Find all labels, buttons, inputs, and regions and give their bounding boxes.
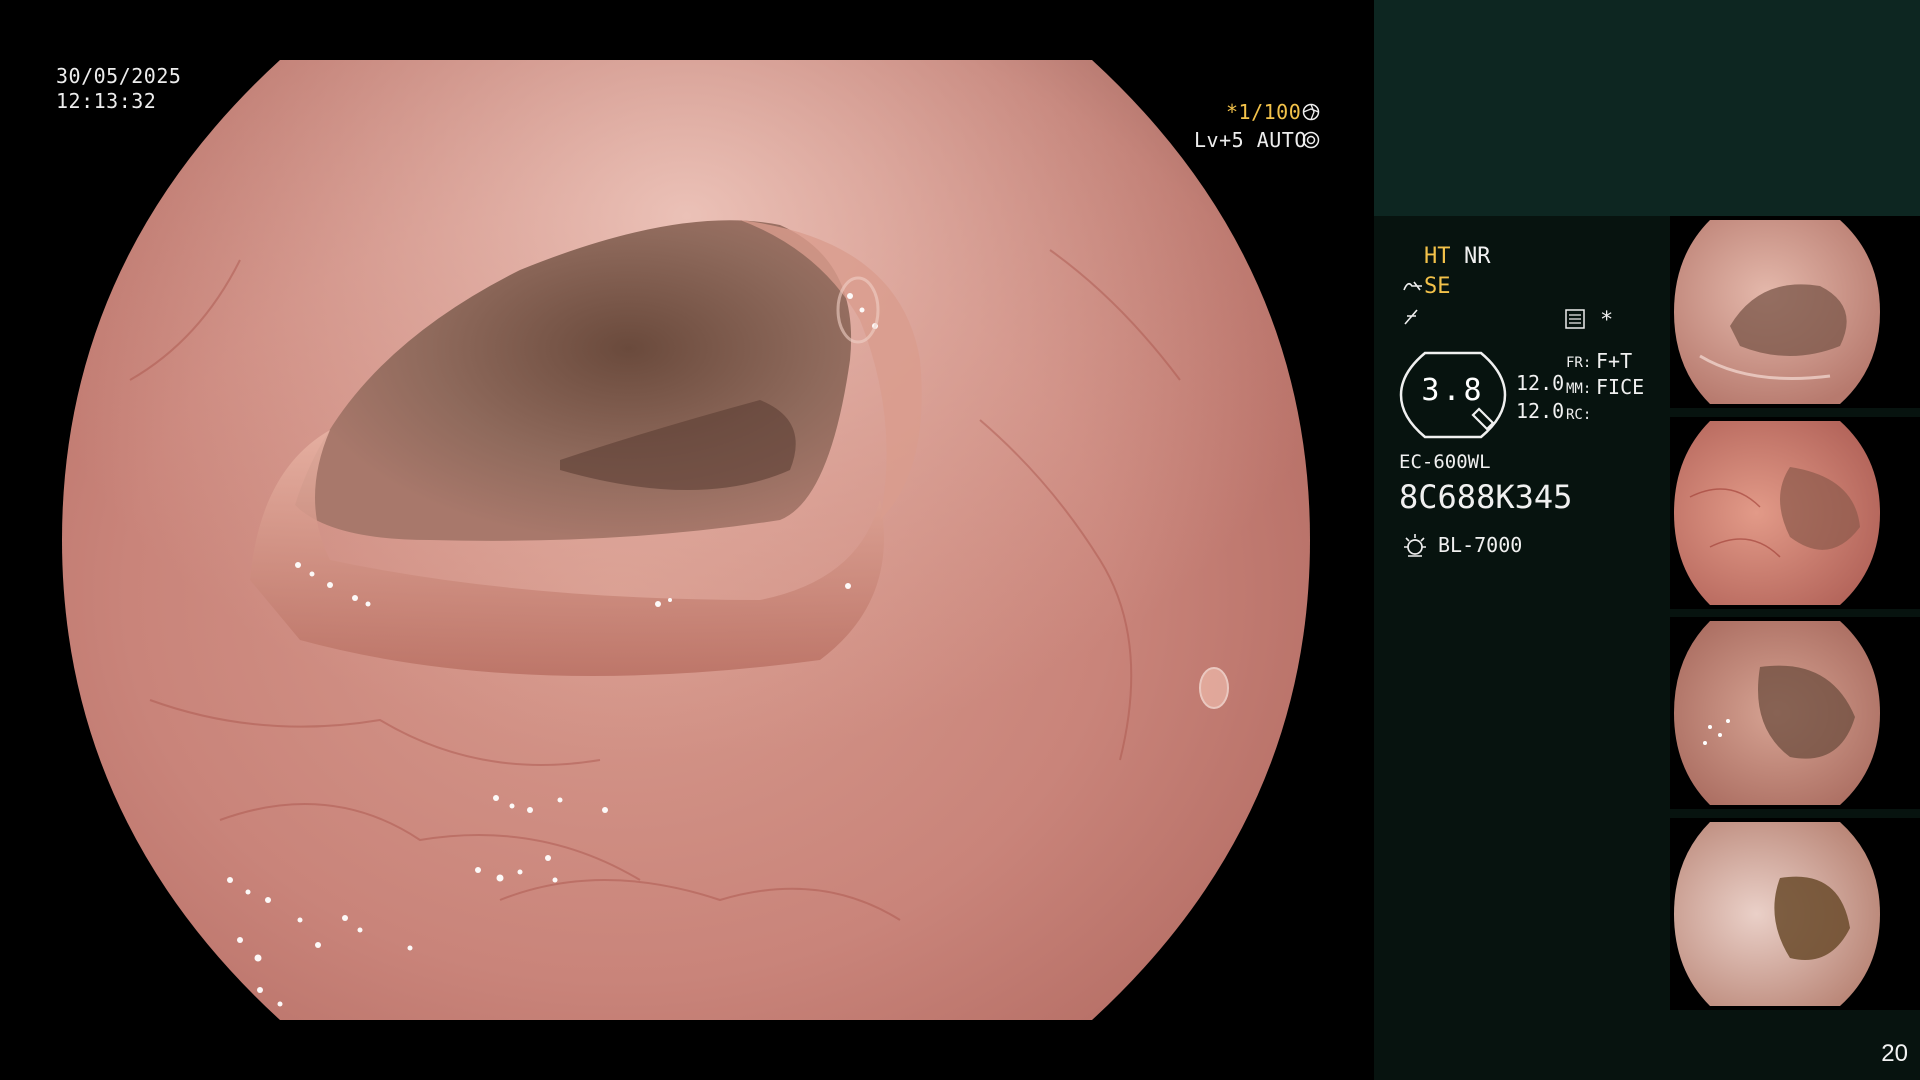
scope-serial: 8C688K345 bbox=[1399, 478, 1573, 516]
thumbnail-3[interactable] bbox=[1670, 617, 1920, 809]
record-list-icon bbox=[1565, 309, 1585, 329]
panel-header-area bbox=[1374, 0, 1920, 216]
iris-icon bbox=[1302, 131, 1320, 149]
zoom-badge: 3.8 bbox=[1399, 351, 1507, 439]
mm-key: MM: bbox=[1566, 381, 1592, 397]
time-readout: 12:13:32 bbox=[56, 89, 157, 113]
thumbnail-2[interactable] bbox=[1670, 417, 1920, 609]
structure-enhance-icon bbox=[1403, 281, 1422, 291]
thumbnail-image bbox=[1674, 220, 1880, 404]
scope-model: EC-600WL bbox=[1399, 451, 1491, 473]
fr-value: F+T bbox=[1596, 349, 1633, 373]
value-bottom: 12.0 bbox=[1516, 399, 1565, 423]
endoscopic-image bbox=[62, 60, 1310, 1020]
nr-label: NR bbox=[1464, 244, 1491, 269]
value-top: 12.0 bbox=[1516, 371, 1565, 395]
light-source-label: BL-7000 bbox=[1438, 533, 1523, 557]
thumbnail-image bbox=[1674, 822, 1880, 1006]
asterisk-marker: * bbox=[1600, 308, 1614, 333]
thumbnail-image bbox=[1674, 621, 1880, 805]
thumbnail-1[interactable] bbox=[1670, 216, 1920, 408]
color-enhance-icon bbox=[1404, 309, 1418, 325]
brightness-readout: Lv+5 AUTO bbox=[1194, 128, 1307, 152]
se-label: SE bbox=[1424, 274, 1451, 299]
zoom-value: 3.8 bbox=[1421, 373, 1485, 408]
page-number: 20 bbox=[1881, 1040, 1908, 1067]
shutter-readout: *1/100 bbox=[1226, 100, 1302, 124]
light-source-icon bbox=[1404, 534, 1426, 557]
fr-key: FR: bbox=[1566, 355, 1592, 371]
rc-key: RC: bbox=[1566, 407, 1592, 423]
ht-label: HT bbox=[1424, 244, 1451, 269]
shutter-icon bbox=[1302, 103, 1320, 121]
thumbnail-4[interactable] bbox=[1670, 818, 1920, 1010]
thumbnail-image bbox=[1674, 421, 1880, 605]
mm-value: FICE bbox=[1596, 375, 1645, 399]
main-endoscope-view: 30/05/2025 12:13:32 *1/100 Lv+5 AUTO bbox=[0, 0, 1374, 1080]
date-readout: 30/05/2025 bbox=[56, 64, 182, 88]
